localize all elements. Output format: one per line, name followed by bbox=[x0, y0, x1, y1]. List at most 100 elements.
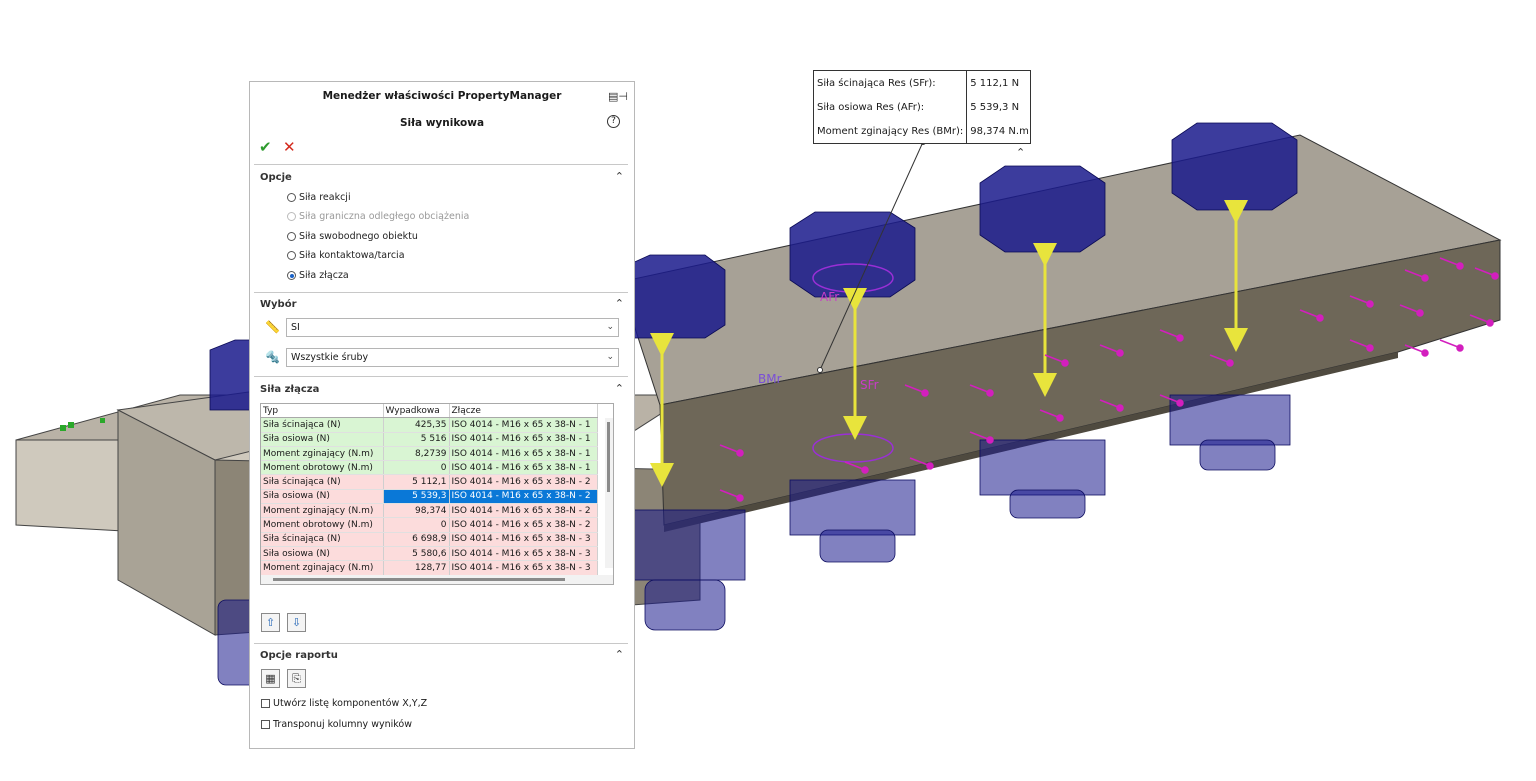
radio-connector-force[interactable]: Siła złącza bbox=[287, 270, 349, 281]
cell-value[interactable]: 8,2739 bbox=[383, 446, 450, 462]
cell-type[interactable]: Siła osiowa (N) bbox=[261, 546, 384, 562]
cell-joint[interactable]: ISO 4014 - M16 x 65 x 38-N - 1 bbox=[449, 432, 598, 447]
cell-type[interactable]: Siła osiowa (N) bbox=[261, 489, 384, 505]
radio-button[interactable] bbox=[287, 271, 296, 280]
table-row[interactable]: Siła osiowa (N) 5 580,6 ISO 4014 - M16 x 6… bbox=[261, 546, 598, 562]
cell-joint[interactable]: ISO 4014 - M16 x 65 x 38-N - 2 bbox=[449, 517, 598, 533]
cell-type[interactable]: Moment zginający (N.m) bbox=[261, 503, 384, 519]
chevron-down-icon[interactable]: ⌄ bbox=[606, 349, 614, 366]
cell-joint[interactable]: ISO 4014 - M16 x 65 x 38-N - 3 bbox=[449, 560, 598, 576]
table-row[interactable]: Moment obrotowy (N.m)0ISO 4014 - M16 x 6… bbox=[261, 517, 598, 533]
table-row[interactable]: Moment obrotowy (N.m)0ISO 4014 - M16 x 6… bbox=[261, 460, 598, 476]
help-icon[interactable]: ? bbox=[607, 115, 620, 128]
joint-force-table[interactable]: Typ Wypadkowa Złącze Siła ścinająca (N) 4… bbox=[260, 403, 614, 585]
column-header-joint[interactable]: Złącze bbox=[449, 404, 598, 419]
selection-section-title[interactable]: Wybór bbox=[260, 299, 297, 310]
checkbox[interactable] bbox=[261, 720, 270, 729]
panel-title: Menedżer właściwości PropertyManager bbox=[322, 90, 562, 102]
pin-icon[interactable]: ▤⊣ bbox=[608, 90, 628, 103]
options-section-title[interactable]: Opcje bbox=[260, 172, 292, 183]
label-bmr: BMr bbox=[758, 372, 782, 386]
units-select[interactable]: SI ⌄ bbox=[286, 318, 619, 337]
bolts-select[interactable]: Wszystkie śruby ⌄ bbox=[286, 348, 619, 367]
cell-value[interactable]: 6 698,9 bbox=[383, 532, 450, 547]
ok-button[interactable]: ✔ bbox=[259, 138, 272, 156]
result-callout[interactable]: Siła ścinająca Res (SFr): 5 112,1 N Siła… bbox=[813, 70, 1031, 144]
radio-label: Siła złącza bbox=[299, 270, 349, 281]
radio-label: Siła kontaktowa/tarcia bbox=[299, 250, 405, 261]
cell-joint[interactable]: ISO 4014 - M16 x 65 x 38-N - 1 bbox=[449, 460, 598, 476]
radio-free-body-force[interactable]: Siła swobodnego obiektu bbox=[287, 231, 418, 242]
bolt-icon: 🔩 bbox=[265, 349, 280, 364]
cell-value[interactable]: 98,374 bbox=[383, 503, 450, 519]
chevron-down-icon[interactable]: ⌄ bbox=[606, 319, 614, 336]
chevron-up-icon[interactable]: ⌃ bbox=[615, 382, 624, 395]
cell-type[interactable]: Moment obrotowy (N.m) bbox=[261, 517, 384, 533]
column-header-type[interactable]: Typ bbox=[261, 404, 384, 419]
table-row[interactable]: Siła ścinająca (N) 5 112,1 ISO 4014 - M16 … bbox=[261, 474, 598, 490]
cell-type[interactable]: Siła ścinająca (N) bbox=[261, 532, 384, 547]
panel-subtitle: Siła wynikowa bbox=[399, 117, 485, 129]
radio-remote-load-force: Siła graniczna odległego obciążenia bbox=[287, 211, 469, 222]
cell-joint[interactable]: ISO 4014 - M16 x 65 x 38-N - 3 bbox=[449, 546, 598, 562]
cell-type[interactable]: Moment zginający (N.m) bbox=[261, 560, 384, 576]
radio-button[interactable] bbox=[287, 193, 296, 202]
chevron-up-icon[interactable]: ⌃ bbox=[615, 297, 624, 310]
cell-joint[interactable]: ISO 4014 - M16 x 65 x 38-N - 2 bbox=[449, 489, 598, 505]
radio-button bbox=[287, 212, 296, 221]
table-row[interactable]: Moment zginający (N.m) 98,374 ISO 4014 - M… bbox=[261, 503, 598, 519]
chevron-up-icon[interactable]: ⌃ bbox=[615, 170, 624, 183]
table-row[interactable]: Moment zginający (N.m) 8,2739 ISO 4014 - M… bbox=[261, 446, 598, 462]
radio-reaction-force[interactable]: Siła reakcji bbox=[287, 192, 351, 203]
cell-value[interactable]: 0 bbox=[383, 517, 450, 533]
cell-value[interactable]: 5 112,1 bbox=[383, 474, 450, 490]
copy-report-button[interactable]: ⎘ bbox=[287, 669, 306, 688]
radio-button[interactable] bbox=[287, 232, 296, 241]
cell-type[interactable]: Moment zginający (N.m) bbox=[261, 446, 384, 462]
callout-label: Moment zginający Res (BMr): bbox=[814, 119, 968, 143]
checkbox-label: Transponuj kolumny wyników bbox=[273, 719, 412, 730]
column-header-resultant[interactable]: Wypadkowa bbox=[383, 404, 450, 419]
radio-contact-friction-force[interactable]: Siła kontaktowa/tarcia bbox=[287, 250, 405, 261]
table-row[interactable]: Siła ścinająca (N) 425,35 ISO 4014 - M16 x… bbox=[261, 417, 598, 433]
cell-type[interactable]: Siła ścinająca (N) bbox=[261, 474, 384, 490]
report-section-title[interactable]: Opcje raportu bbox=[260, 650, 338, 661]
cell-type[interactable]: Siła osiowa (N) bbox=[261, 432, 384, 447]
cell-value[interactable]: 0 bbox=[383, 460, 450, 476]
radio-button[interactable] bbox=[287, 251, 296, 260]
divider bbox=[254, 643, 628, 644]
move-up-button[interactable]: ⇧ bbox=[261, 613, 280, 632]
checkbox-xyz-components[interactable]: Utwórz listę komponentów X,Y,Z bbox=[261, 698, 427, 709]
label-sfr: SFr bbox=[860, 378, 879, 392]
property-manager-panel: Menedżer właściwości PropertyManager ▤⊣ … bbox=[249, 81, 635, 749]
radio-label: Siła reakcji bbox=[299, 192, 351, 203]
callout-collapse-icon[interactable]: ⌃ bbox=[1016, 146, 1025, 159]
cell-value[interactable]: 128,77 bbox=[383, 560, 450, 576]
checkbox[interactable] bbox=[261, 699, 270, 708]
chevron-up-icon[interactable]: ⌃ bbox=[615, 648, 624, 661]
cell-joint[interactable]: ISO 4014 - M16 x 65 x 38-N - 2 bbox=[449, 503, 598, 519]
cell-joint[interactable]: ISO 4014 - M16 x 65 x 38-N - 1 bbox=[449, 446, 598, 462]
cell-value[interactable]: 5 516 bbox=[383, 432, 450, 447]
cell-joint[interactable]: ISO 4014 - M16 x 65 x 38-N - 2 bbox=[449, 474, 598, 490]
horizontal-scrollbar[interactable] bbox=[261, 575, 613, 584]
save-report-button[interactable]: ▦ bbox=[261, 669, 280, 688]
cell-value[interactable]: 5 580,6 bbox=[383, 546, 450, 562]
table-row[interactable]: Siła ścinająca (N) 6 698,9 ISO 4014 - M16 … bbox=[261, 532, 598, 547]
cell-type[interactable]: Siła ścinająca (N) bbox=[261, 417, 384, 433]
joint-force-section-title[interactable]: Siła złącza bbox=[260, 384, 319, 395]
cell-value[interactable]: 5 539,3 bbox=[383, 489, 450, 505]
cell-value[interactable]: 425,35 bbox=[383, 417, 450, 433]
3d-viewport[interactable]: ⌃ bbox=[0, 0, 1536, 781]
cell-joint[interactable]: ISO 4014 - M16 x 65 x 38-N - 1 bbox=[449, 417, 598, 433]
table-row[interactable]: Siła osiowa (N) 5 539,3 ISO 4014 - M16 x 6… bbox=[261, 489, 598, 505]
cancel-button[interactable]: ✕ bbox=[283, 138, 296, 156]
cell-joint[interactable]: ISO 4014 - M16 x 65 x 38-N - 3 bbox=[449, 532, 598, 547]
checkbox-transpose-columns[interactable]: Transponuj kolumny wyników bbox=[261, 719, 412, 730]
vertical-scrollbar[interactable] bbox=[605, 418, 613, 568]
table-row[interactable]: Siła osiowa (N) 5 516 ISO 4014 - M16 x 65 … bbox=[261, 432, 598, 447]
move-down-button[interactable]: ⇩ bbox=[287, 613, 306, 632]
cell-type[interactable]: Moment obrotowy (N.m) bbox=[261, 460, 384, 476]
table-row[interactable]: Moment zginający (N.m) 128,77 ISO 4014 - M… bbox=[261, 560, 598, 576]
callout-label: Siła osiowa Res (AFr): bbox=[814, 95, 968, 119]
